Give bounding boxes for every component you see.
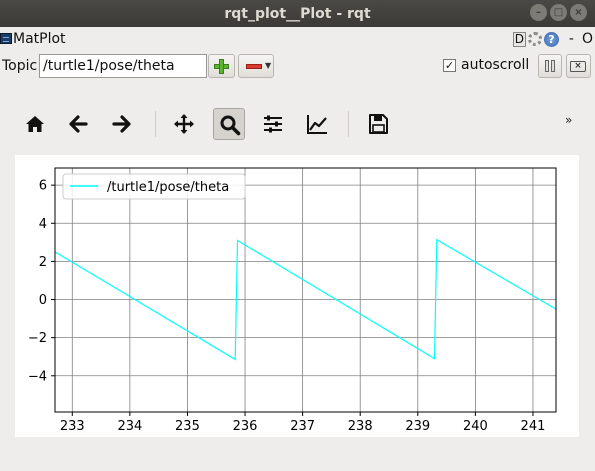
- x-tick-label: 239: [405, 419, 430, 434]
- autoscroll-checkbox[interactable]: ✓ autoscroll: [443, 57, 529, 73]
- close-button[interactable]: ×: [570, 4, 587, 21]
- chevron-down-icon: ▼: [265, 61, 272, 70]
- checkbox-box[interactable]: ✓: [443, 58, 456, 72]
- plot-figure[interactable]: 233 234 235 236 237 238 239 240 241 −4 −2 0 2 4 6/turt…: [15, 155, 579, 437]
- save-icon: [369, 114, 388, 134]
- save-button[interactable]: [362, 108, 394, 140]
- window-controls: – □ ×: [530, 4, 587, 21]
- minus-icon: [246, 64, 262, 69]
- pan-icon: [174, 114, 194, 134]
- y-tick-label: 6: [39, 179, 47, 194]
- back-button[interactable]: [62, 108, 94, 140]
- topic-input[interactable]: [39, 54, 207, 78]
- subplot-config-button[interactable]: [257, 108, 289, 140]
- x-tick-label: 241: [521, 419, 546, 434]
- x-tick-label: 233: [60, 419, 85, 434]
- maximize-button[interactable]: □: [550, 4, 567, 21]
- dock-title: MatPlot: [13, 31, 66, 47]
- topic-row: Topic ▼ ✓ autoscroll ×: [0, 53, 595, 79]
- toolbar-divider: [155, 111, 156, 137]
- plot-toolbar: »: [0, 108, 595, 142]
- x-tick-label: 238: [348, 419, 373, 434]
- axes-edit-button[interactable]: [301, 108, 333, 140]
- home-icon: [26, 116, 44, 132]
- forward-button[interactable]: [106, 108, 138, 140]
- dock-close-button[interactable]: O: [582, 31, 593, 47]
- add-topic-button[interactable]: [208, 54, 235, 78]
- home-button[interactable]: [19, 108, 51, 140]
- subplot-config-icon: [264, 115, 282, 133]
- clear-button[interactable]: ×: [566, 54, 591, 78]
- x-tick-label: 240: [463, 419, 488, 434]
- remove-topic-button[interactable]: ▼: [238, 54, 274, 78]
- plot-canvas[interactable]: 233 234 235 236 237 238 239 240 241 −4 −2 0 2 4 6/turt…: [15, 155, 579, 437]
- minimize-button[interactable]: –: [530, 4, 547, 21]
- x-tick-label: 235: [175, 419, 200, 434]
- y-tick-label: −2: [28, 331, 47, 346]
- pause-icon: [545, 60, 549, 72]
- x-tick-label: 236: [233, 419, 258, 434]
- forward-arrow-icon: [112, 115, 131, 133]
- pause-button[interactable]: [538, 54, 562, 78]
- axes-edit-icon: [307, 115, 327, 134]
- back-arrow-icon: [69, 115, 88, 133]
- dock-controls: D ? - O: [512, 31, 593, 47]
- y-tick-label: 0: [39, 293, 47, 308]
- y-tick-label: 4: [39, 217, 47, 232]
- topic-label: Topic: [2, 58, 38, 74]
- dock-d-button[interactable]: D: [512, 31, 526, 47]
- window-titlebar: rqt_plot__Plot - rqt – □ ×: [0, 0, 595, 27]
- toolbar-overflow-button[interactable]: »: [565, 113, 572, 127]
- y-tick-label: −4: [28, 369, 47, 384]
- help-icon[interactable]: ?: [543, 31, 559, 47]
- pan-button[interactable]: [168, 108, 200, 140]
- clear-icon: ×: [570, 61, 586, 72]
- autoscroll-label: autoscroll: [461, 57, 530, 73]
- legend-label: /turtle1/pose/theta: [107, 180, 229, 195]
- gear-icon[interactable]: [527, 32, 542, 46]
- zoom-icon: [220, 115, 241, 136]
- toolbar-divider: [348, 111, 349, 137]
- x-tick-label: 234: [117, 419, 142, 434]
- window-title: rqt_plot__Plot - rqt: [224, 5, 371, 22]
- dock-minimize-button[interactable]: -: [569, 31, 574, 47]
- x-tick-label: 237: [290, 419, 315, 434]
- dock-titlebar: MatPlot D ? - O: [0, 30, 595, 50]
- matplot-icon: [0, 33, 12, 44]
- y-tick-label: 2: [39, 255, 47, 270]
- legend: /turtle1/pose/theta: [62, 173, 246, 200]
- zoom-button[interactable]: [213, 108, 245, 140]
